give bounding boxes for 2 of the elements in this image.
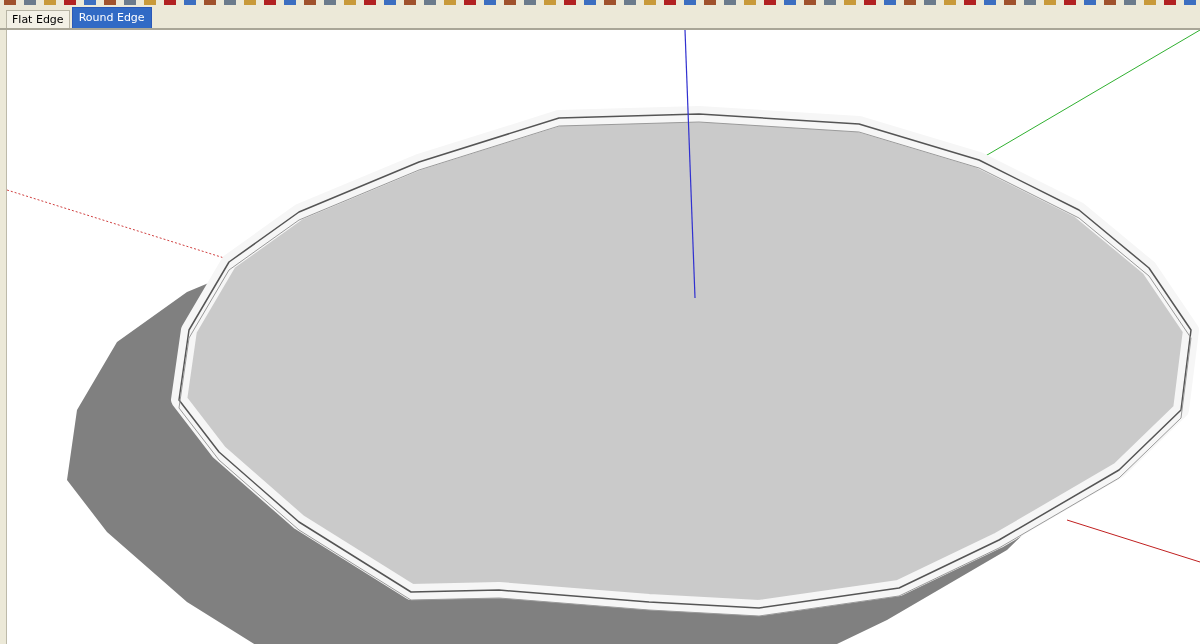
scene-tab[interactable]: Flat Edge: [6, 10, 70, 28]
scene-tab[interactable]: Round Edge: [71, 7, 152, 28]
